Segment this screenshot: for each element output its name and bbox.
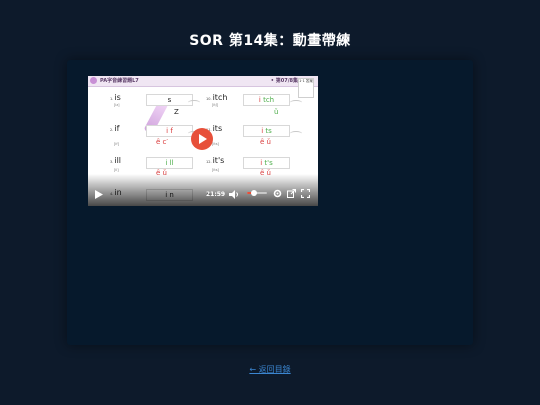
video-player[interactable]: PA字音練習題L7 • 第07/8集 1·1 答案 1.is [iz] s Z … (88, 76, 318, 206)
hint-its: ȇ ǔ (260, 138, 271, 146)
hint-if: ȇ c′ (156, 138, 168, 146)
word-ill: 3.ill (110, 156, 122, 165)
seek-bar[interactable] (247, 190, 267, 196)
worksheet-header: PA字音練習題L7 • 第07/8集 (88, 76, 318, 87)
settings-icon[interactable] (273, 189, 282, 198)
word-is: 1.is (110, 93, 121, 102)
seek-handle[interactable] (251, 190, 257, 196)
play-overlay-icon[interactable] (191, 128, 213, 150)
word-if: 2.if (110, 124, 120, 133)
answer-box-its-apostrophe: i t's (243, 157, 290, 169)
worksheet-header-left: PA字音練習題L7 (100, 78, 139, 84)
popout-icon[interactable] (287, 189, 296, 198)
phonetic-its: [its] (212, 142, 219, 146)
phonetic-itch: [itʃ] (212, 103, 219, 107)
word-itch: 10.itch (206, 93, 228, 102)
hint-itch: ǔ (274, 108, 279, 116)
play-icon[interactable] (95, 190, 103, 199)
phonetic-is: [iz] (114, 103, 120, 107)
answer-box-if: i f (146, 125, 193, 137)
phonetic-ill: [il] (114, 168, 119, 172)
answer-box-is: s (146, 94, 193, 106)
phonetic-its-apostrophe: [its] (212, 168, 219, 172)
answer-box-its: i ts (243, 125, 290, 137)
time-display: 21:59 (206, 191, 226, 198)
phonetic-if: [if] (114, 142, 119, 146)
volume-icon[interactable] (229, 190, 239, 199)
hint-is: Z (174, 108, 179, 116)
guide-wave (290, 100, 302, 105)
video-controls (88, 174, 318, 206)
fullscreen-icon[interactable] (301, 189, 310, 198)
page-title: SOR 第14集：動畫帶練 (189, 33, 351, 49)
back-to-contents-link[interactable]: ← 返回目錄 (0, 364, 540, 375)
word-its-apostrophe: 12.it's (206, 156, 225, 165)
worksheet-badge: 1·1 答案 (298, 78, 314, 98)
worksheet-logo-icon (90, 77, 97, 84)
guide-wave (188, 100, 200, 105)
guide-wave (290, 131, 302, 136)
worksheet-header-right: • 第07/8集 (270, 78, 298, 84)
answer-box-itch: i tch (243, 94, 290, 106)
answer-box-ill: i ll (146, 157, 193, 169)
